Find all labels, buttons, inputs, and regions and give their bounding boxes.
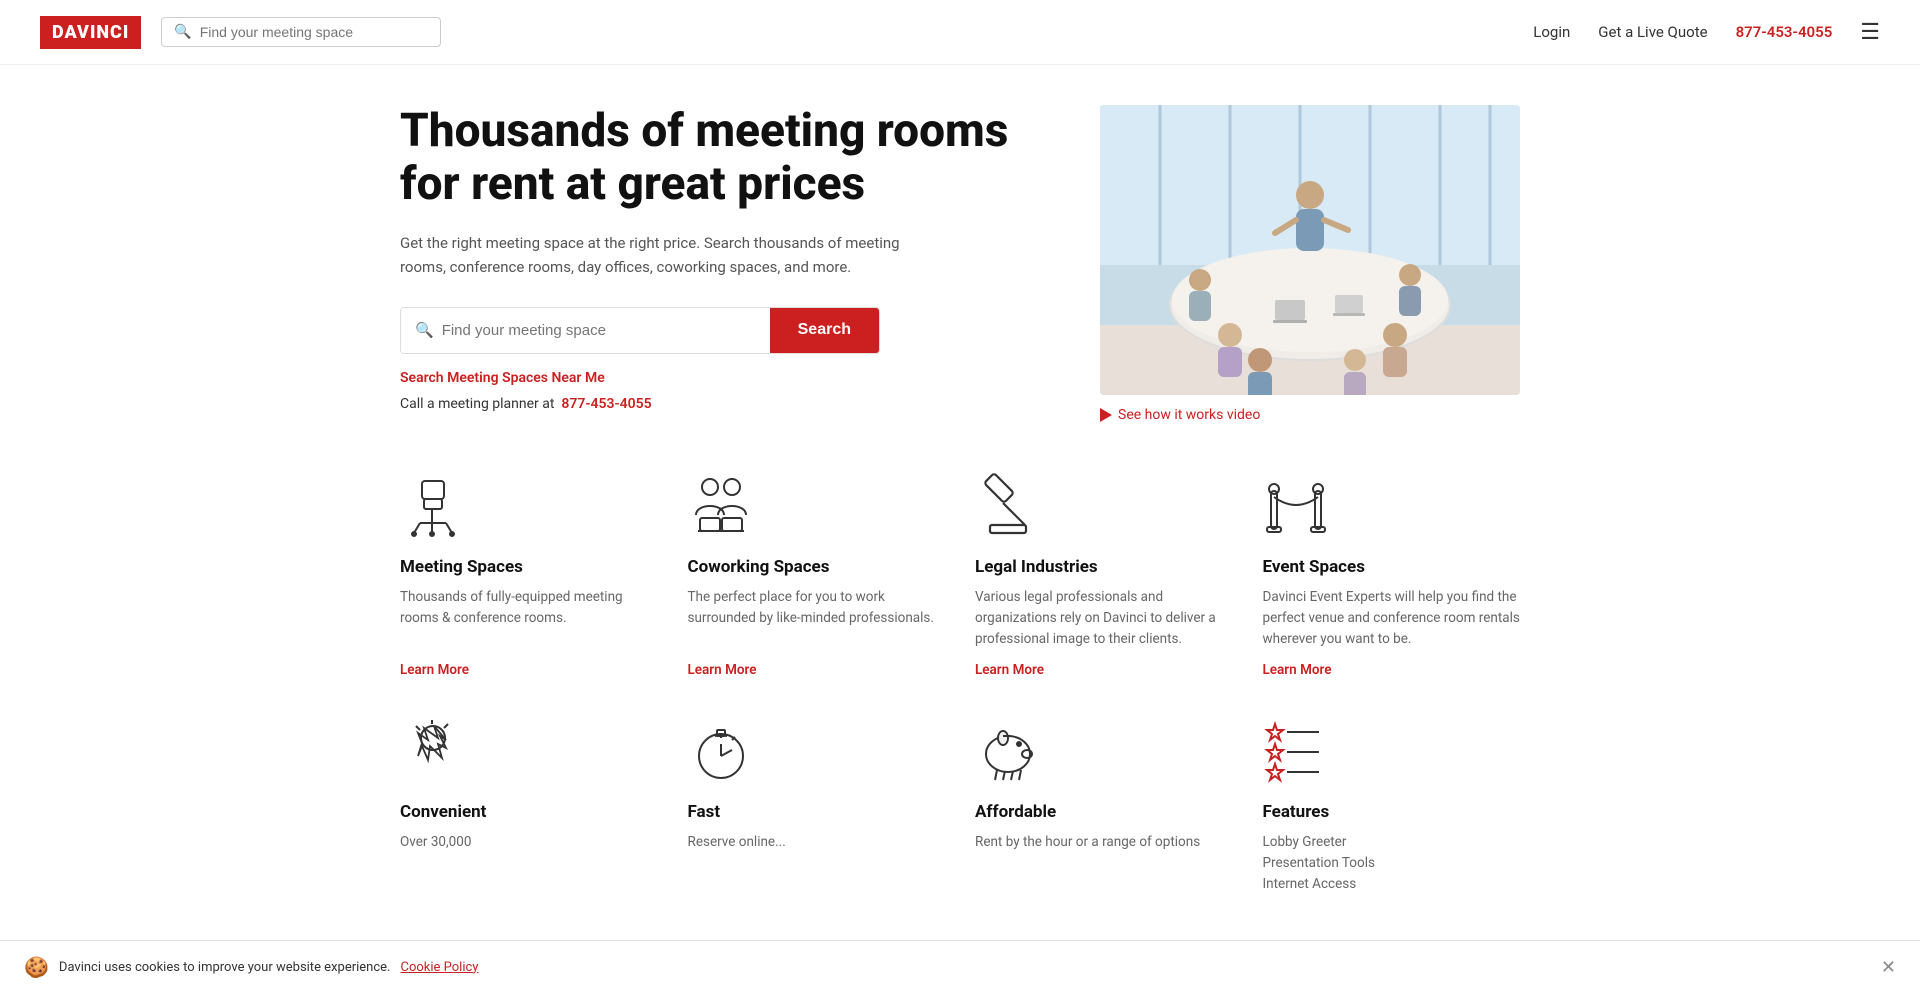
feature-desc-legal: Various legal professionals and organiza…: [975, 587, 1233, 650]
feature-card-features: Features Lobby Greeter Presentation Tool…: [1263, 718, 1521, 907]
cookie-icon: 🍪: [24, 955, 49, 979]
near-me-link[interactable]: Search Meeting Spaces Near Me: [400, 370, 1060, 386]
feature-link-event[interactable]: Learn More: [1263, 662, 1521, 678]
feature-desc-convenient: Over 30,000: [400, 832, 658, 895]
hero-image: [1100, 105, 1520, 395]
cookie-policy-link[interactable]: Cookie Policy: [400, 960, 478, 975]
feature-title-features: Features: [1263, 802, 1521, 822]
features-grid-2: Convenient Over 30,000 Fast Reserve: [400, 718, 1520, 907]
cookie-banner: 🍪 Davinci uses cookies to improve your w…: [0, 940, 1920, 993]
feature-card-coworking: Coworking Spaces The perfect place for y…: [688, 473, 946, 678]
hero-title: Thousands of meeting rooms for rent at g…: [400, 105, 1060, 211]
cookie-message: Davinci uses cookies to improve your web…: [59, 960, 391, 975]
feature-title-meeting: Meeting Spaces: [400, 557, 658, 577]
chair-icon: [400, 473, 470, 543]
handshake-icon: [400, 718, 470, 788]
feature-card-meeting-spaces: Meeting Spaces Thousands of fully-equipp…: [400, 473, 658, 678]
main-content: Thousands of meeting rooms for rent at g…: [360, 65, 1560, 423]
hero-search-icon: 🔍: [415, 321, 434, 339]
hero-search-box: 🔍 Search: [400, 307, 880, 354]
hero-left-col: Thousands of meeting rooms for rent at g…: [400, 105, 1060, 423]
feature-card-event: Event Spaces Davinci Event Experts will …: [1263, 473, 1521, 678]
meeting-scene: [1100, 105, 1520, 395]
feature-title-coworking: Coworking Spaces: [688, 557, 946, 577]
feature-card-convenient: Convenient Over 30,000: [400, 718, 658, 907]
stopwatch-icon: [688, 718, 758, 788]
gavel-icon: [975, 473, 1045, 543]
header-nav: Login Get a Live Quote 877-453-4055 ☰: [1533, 20, 1880, 45]
feature-card-legal: Legal Industries Various legal professio…: [975, 473, 1233, 678]
header-search-icon: 🔍: [174, 24, 191, 40]
feature-title-event: Event Spaces: [1263, 557, 1521, 577]
feature-desc-fast: Reserve online...: [688, 832, 946, 895]
hero-search-input-wrap: 🔍: [401, 308, 770, 353]
site-header: DAVINCI 🔍 Login Get a Live Quote 877-453…: [0, 0, 1920, 65]
feature-desc-coworking: The perfect place for you to work surrou…: [688, 587, 946, 650]
feature-title-convenient: Convenient: [400, 802, 658, 822]
hero-search-button[interactable]: Search: [770, 308, 879, 353]
feature-link-legal[interactable]: Learn More: [975, 662, 1233, 678]
hero-search-input[interactable]: [442, 308, 756, 353]
feature-title-fast: Fast: [688, 802, 946, 822]
login-link[interactable]: Login: [1533, 23, 1570, 41]
feature-title-affordable: Affordable: [975, 802, 1233, 822]
coworking-icon: [688, 473, 758, 543]
call-planner-phone-link[interactable]: 877-453-4055: [561, 396, 651, 412]
feature-link-coworking[interactable]: Learn More: [688, 662, 946, 678]
feature-link-meeting[interactable]: Learn More: [400, 662, 658, 678]
feature-title-legal: Legal Industries: [975, 557, 1233, 577]
hero-right-col: See how it works video: [1100, 105, 1520, 423]
features-section: Meeting Spaces Thousands of fully-equipp…: [360, 473, 1560, 947]
video-link-text: See how it works video: [1118, 407, 1260, 423]
feature-desc-features: Lobby Greeter Presentation Tools Interne…: [1263, 832, 1521, 895]
stars-list-icon: [1263, 718, 1333, 788]
live-quote-link[interactable]: Get a Live Quote: [1598, 23, 1707, 41]
piggy-bank-icon: [975, 718, 1045, 788]
hamburger-menu-icon[interactable]: ☰: [1860, 20, 1880, 45]
event-icon: [1263, 473, 1333, 543]
logo[interactable]: DAVINCI: [40, 16, 141, 49]
video-link[interactable]: See how it works video: [1100, 407, 1520, 423]
hero-description: Get the right meeting space at the right…: [400, 231, 900, 279]
feature-card-affordable: Affordable Rent by the hour or a range o…: [975, 718, 1233, 907]
feature-card-fast: Fast Reserve online...: [688, 718, 946, 907]
play-icon: [1100, 408, 1112, 422]
feature-desc-event: Davinci Event Experts will help you find…: [1263, 587, 1521, 650]
feature-desc-meeting: Thousands of fully-equipped meeting room…: [400, 587, 658, 650]
header-search-input[interactable]: [200, 24, 429, 40]
header-search-box[interactable]: 🔍: [161, 17, 441, 47]
header-phone-link[interactable]: 877-453-4055: [1736, 23, 1833, 41]
feature-desc-affordable: Rent by the hour or a range of options: [975, 832, 1233, 895]
cookie-close-button[interactable]: ✕: [1881, 957, 1896, 978]
features-grid: Meeting Spaces Thousands of fully-equipp…: [400, 473, 1520, 678]
call-planner-text: Call a meeting planner at 877-453-4055: [400, 396, 1060, 412]
